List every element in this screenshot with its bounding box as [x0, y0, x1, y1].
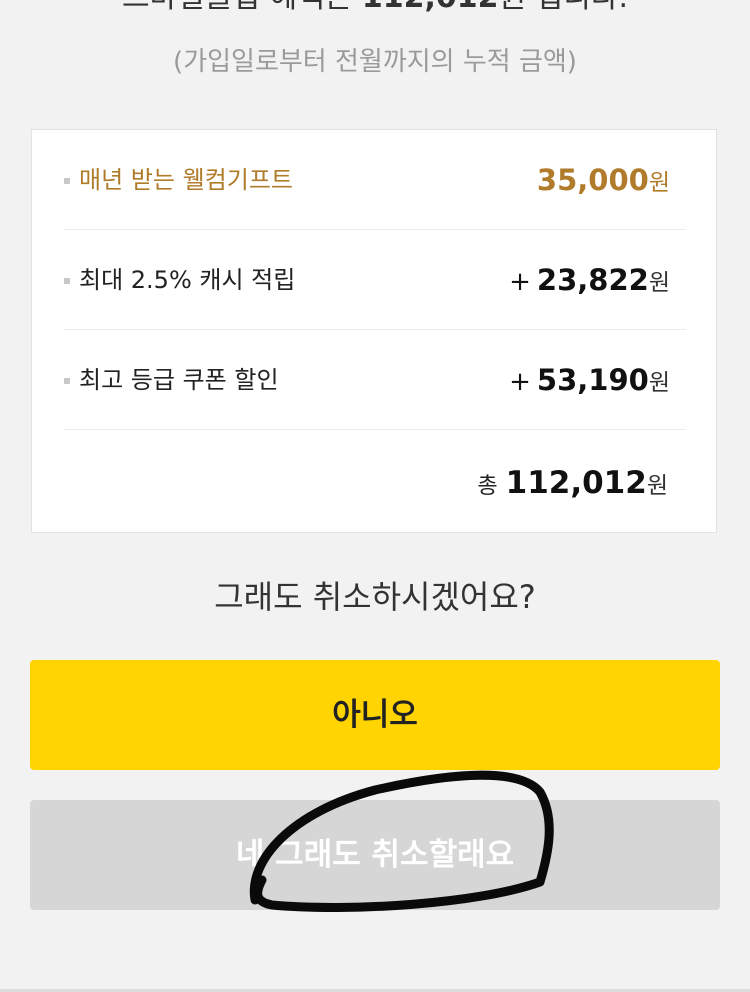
benefit-value: +53,190원 [509, 360, 670, 405]
benefit-summary-card: 매년 받는 웰컴기프트 35,000원 최대 2.5% 캐시 적립 +23,82… [31, 129, 717, 533]
benefit-total: 총 112,012원 [477, 463, 668, 508]
benefit-heading: 스마일클럽 혜택은 112,012원 입니다. [0, 0, 750, 18]
benefit-subtitle: (가입일로부터 전월까지의 누적 금액) [173, 47, 577, 77]
benefit-row-cash-reward: 최대 2.5% 캐시 적립 +23,822원 [64, 230, 686, 330]
plus-sign: + [509, 267, 531, 297]
benefit-amount: 23,822 [536, 263, 649, 297]
benefit-amount: 35,000 [536, 163, 649, 197]
benefit-row-coupon-discount: 최고 등급 쿠폰 할인 +53,190원 [64, 330, 686, 430]
keep-membership-button[interactable]: 아니오 [30, 660, 720, 770]
benefit-heading-prefix: 스마일클럽 혜택은 [122, 0, 352, 15]
bullet-icon [64, 278, 70, 284]
benefit-amount: 53,190 [536, 363, 649, 397]
currency-unit: 원 [648, 170, 670, 196]
plus-sign: + [509, 367, 531, 397]
confirm-cancel-button[interactable]: 네 그래도 취소할래요 [30, 800, 720, 910]
currency-unit: 원 [646, 473, 668, 499]
benefit-label: 최대 2.5% 캐시 적립 [79, 266, 296, 294]
total-label: 총 [477, 474, 498, 499]
currency-unit: 원 [648, 270, 670, 296]
currency-unit: 원 [648, 370, 670, 396]
benefit-value: 35,000원 [531, 160, 670, 205]
benefit-row-welcome-gift: 매년 받는 웰컴기프트 35,000원 [64, 130, 686, 230]
cancel-confirm-question: 그래도 취소하시겠어요? [214, 578, 536, 616]
benefit-heading-suffix: 원 입니다. [499, 0, 628, 15]
total-amount: 112,012 [505, 465, 647, 501]
benefit-label: 매년 받는 웰컴기프트 [79, 166, 293, 194]
bullet-icon [64, 178, 70, 184]
benefit-heading-amount: 112,012 [362, 0, 499, 15]
benefit-label: 최고 등급 쿠폰 할인 [79, 366, 279, 394]
bullet-icon [64, 378, 70, 384]
benefit-value: +23,822원 [509, 260, 670, 305]
